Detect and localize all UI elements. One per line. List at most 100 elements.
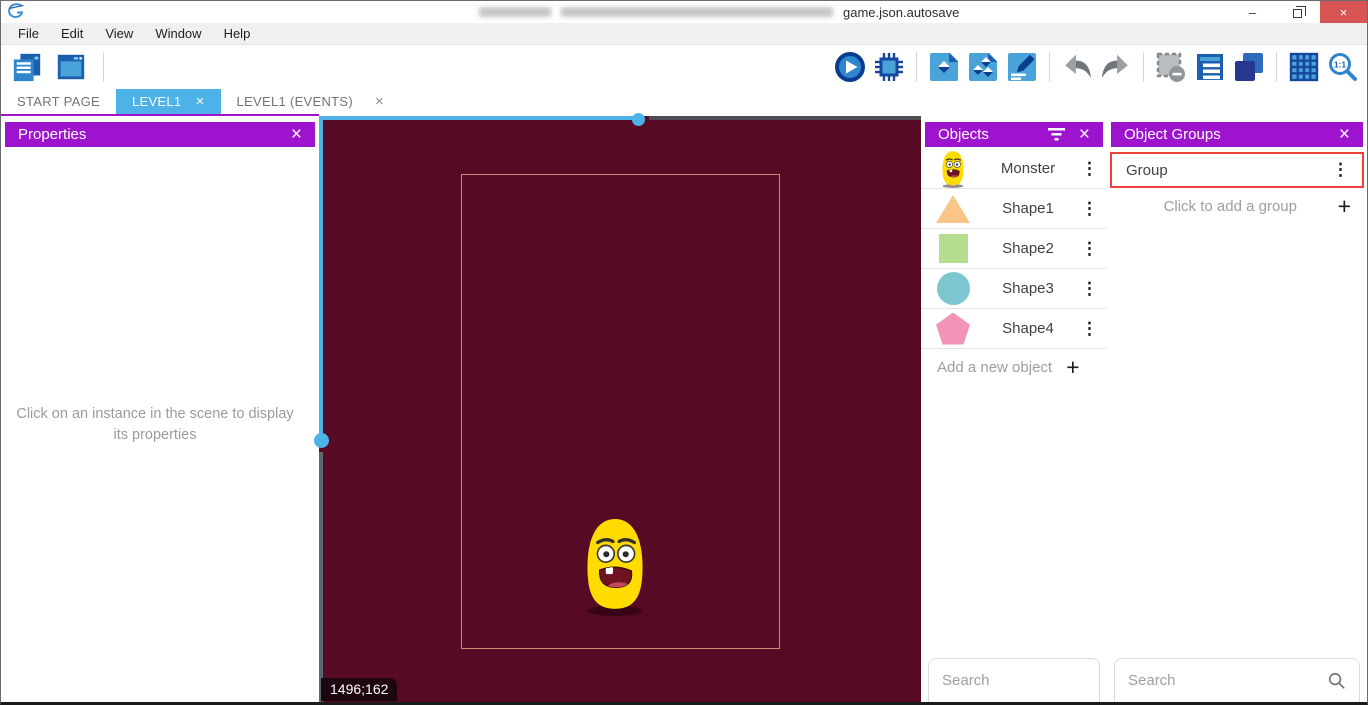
monster-instance[interactable] bbox=[577, 516, 653, 623]
properties-panel-header: Properties × bbox=[5, 122, 315, 147]
objects-panel-title: Objects bbox=[938, 126, 989, 143]
object-name: Shape4 bbox=[975, 320, 1081, 337]
toolbar-divider bbox=[1276, 52, 1277, 82]
debug-icon[interactable] bbox=[873, 51, 905, 83]
close-button[interactable]: × bbox=[1320, 1, 1367, 23]
toolbar-divider bbox=[1143, 52, 1144, 82]
minimize-button[interactable]: – bbox=[1230, 1, 1275, 23]
selection-mask-icon[interactable] bbox=[1155, 51, 1187, 83]
menu-help[interactable]: Help bbox=[213, 23, 262, 45]
object-name: Monster bbox=[975, 160, 1081, 177]
window-title-text: game.json.autosave bbox=[843, 5, 959, 20]
add-object-label: Add a new object bbox=[937, 359, 1052, 376]
triangle-thumbnail bbox=[931, 195, 975, 223]
horizontal-scrollbar-track[interactable] bbox=[319, 116, 637, 120]
circle-thumbnail bbox=[931, 272, 975, 305]
undo-icon[interactable] bbox=[1061, 51, 1093, 83]
close-panel-icon[interactable]: × bbox=[1079, 125, 1090, 144]
grid-icon[interactable] bbox=[1288, 51, 1320, 83]
object-groups-panel-title: Object Groups bbox=[1124, 126, 1221, 143]
toolbar-divider bbox=[916, 52, 917, 82]
layers-icon[interactable] bbox=[1233, 51, 1265, 83]
add-object-row[interactable]: Add a new object + bbox=[921, 349, 1107, 385]
group-name: Group bbox=[1126, 162, 1332, 179]
menu-file[interactable]: File bbox=[7, 23, 50, 45]
object-row-shape2[interactable]: Shape2 ⋮ bbox=[921, 229, 1107, 269]
tab-start-page[interactable]: START PAGE bbox=[1, 89, 116, 114]
horizontal-scrollbar-handle[interactable] bbox=[632, 113, 645, 126]
close-icon: × bbox=[1340, 5, 1348, 20]
properties-panel-title: Properties bbox=[18, 126, 86, 143]
menu-view[interactable]: View bbox=[94, 23, 144, 45]
object-row-monster[interactable]: Monster ⋮ bbox=[921, 149, 1107, 189]
redacted-path-segment bbox=[561, 7, 833, 17]
properties-empty-message: Click on an instance in the scene to dis… bbox=[1, 404, 309, 446]
filter-icon[interactable] bbox=[1048, 128, 1065, 141]
redacted-path-segment bbox=[479, 7, 551, 17]
object-name: Shape2 bbox=[975, 240, 1081, 257]
minimize-icon: – bbox=[1249, 5, 1256, 20]
menu-edit[interactable]: Edit bbox=[50, 23, 94, 45]
scene-canvas[interactable]: 1496;162 bbox=[319, 116, 921, 702]
object-menu-icon[interactable]: ⋮ bbox=[1081, 279, 1097, 299]
toolbar-left-group bbox=[11, 45, 108, 89]
start-page-icon[interactable] bbox=[55, 51, 87, 83]
toolbar: 1:1 bbox=[1, 45, 1367, 89]
tab-bar: START PAGE LEVEL1 × LEVEL1 (EVENTS) × bbox=[1, 89, 1367, 114]
plus-icon[interactable]: + bbox=[1338, 195, 1351, 218]
add-group-row[interactable]: Click to add a group + bbox=[1107, 188, 1367, 224]
objects-panel: Objects × Monster ⋮ Shape1 bbox=[921, 116, 1107, 702]
search-icon bbox=[1327, 671, 1346, 690]
object-row-shape1[interactable]: Shape1 ⋮ bbox=[921, 189, 1107, 229]
toolbar-divider bbox=[1049, 52, 1050, 82]
group-menu-icon[interactable]: ⋮ bbox=[1332, 160, 1348, 180]
gdevelop-logo-icon bbox=[7, 3, 25, 24]
tab-close-icon[interactable]: × bbox=[195, 94, 204, 109]
redo-icon[interactable] bbox=[1100, 51, 1132, 83]
restore-button[interactable] bbox=[1275, 1, 1320, 23]
toolbar-divider bbox=[103, 52, 104, 82]
tab-level1-events[interactable]: LEVEL1 (EVENTS) × bbox=[221, 89, 401, 114]
pentagon-thumbnail bbox=[931, 313, 975, 345]
menu-bar: File Edit View Window Help bbox=[1, 23, 1367, 45]
groups-search-box bbox=[1114, 658, 1360, 702]
object-menu-icon[interactable]: ⋮ bbox=[1081, 239, 1097, 259]
close-panel-icon[interactable]: × bbox=[291, 125, 302, 144]
object-name: Shape3 bbox=[975, 280, 1081, 297]
add-group-label: Click to add a group bbox=[1123, 198, 1338, 215]
object-menu-icon[interactable]: ⋮ bbox=[1081, 199, 1097, 219]
object-menu-icon[interactable]: ⋮ bbox=[1081, 319, 1097, 339]
vertical-scrollbar-track[interactable] bbox=[319, 452, 323, 702]
objects-search-box bbox=[928, 658, 1100, 702]
objects-editor-icon[interactable] bbox=[928, 51, 960, 83]
vertical-scrollbar-track[interactable] bbox=[319, 116, 323, 434]
plus-icon[interactable]: + bbox=[1066, 356, 1079, 379]
restore-icon bbox=[1293, 9, 1302, 18]
tab-label: LEVEL1 (EVENTS) bbox=[237, 94, 354, 109]
project-manager-icon[interactable] bbox=[11, 51, 43, 83]
tab-level1[interactable]: LEVEL1 × bbox=[116, 89, 221, 114]
toolbar-right-group: 1:1 bbox=[834, 45, 1359, 89]
window-controls: – × bbox=[1230, 1, 1367, 23]
object-groups-editor-icon[interactable] bbox=[967, 51, 999, 83]
group-row-highlighted[interactable]: Group ⋮ bbox=[1110, 152, 1364, 188]
menu-window[interactable]: Window bbox=[144, 23, 212, 45]
object-menu-icon[interactable]: ⋮ bbox=[1081, 159, 1097, 179]
play-icon[interactable] bbox=[834, 51, 866, 83]
close-panel-icon[interactable]: × bbox=[1339, 125, 1350, 144]
tab-close-icon[interactable]: × bbox=[375, 94, 384, 109]
tab-label: LEVEL1 bbox=[132, 94, 182, 109]
monster-thumbnail bbox=[931, 150, 975, 188]
edit-scene-properties-icon[interactable] bbox=[1006, 51, 1038, 83]
title-bar: game.json.autosave – × bbox=[1, 1, 1367, 23]
object-groups-panel: Object Groups × Group ⋮ Click to add a g… bbox=[1107, 116, 1367, 702]
object-row-shape4[interactable]: Shape4 ⋮ bbox=[921, 309, 1107, 349]
vertical-scrollbar-handle[interactable] bbox=[314, 433, 329, 448]
objects-panel-header: Objects × bbox=[925, 122, 1103, 147]
object-row-shape3[interactable]: Shape3 ⋮ bbox=[921, 269, 1107, 309]
groups-search-input[interactable] bbox=[1128, 672, 1327, 689]
zoom-original-label: 1:1 bbox=[1334, 60, 1347, 70]
zoom-original-icon[interactable]: 1:1 bbox=[1327, 51, 1359, 83]
horizontal-scrollbar-track[interactable] bbox=[649, 116, 921, 120]
instances-list-icon[interactable] bbox=[1194, 51, 1226, 83]
